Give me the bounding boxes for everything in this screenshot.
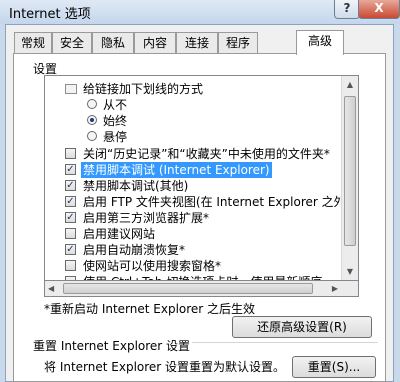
help-button[interactable]: ? [334, 0, 360, 19]
list-item-label: 使网站可以使用搜索窗格* [83, 259, 222, 273]
tab-privacy[interactable]: 隐私 [92, 32, 134, 53]
list-item-label: 悬停 [103, 130, 128, 144]
checkbox[interactable]: ✓ [65, 244, 76, 255]
list-item-label: 关闭“历史记录”和“收藏夹”中未使用的文件夹* [83, 147, 330, 161]
list-item-label: 禁用脚本调试(其他) [83, 179, 189, 193]
list-item-label: 启用自动崩溃恢复* [83, 243, 186, 257]
tab-content[interactable]: 内容 [134, 32, 176, 53]
radio-button[interactable] [87, 131, 97, 141]
tab-connections[interactable]: 连接 [176, 32, 218, 53]
settings-list[interactable]: 给链接加下划线的方式 从不 始终 悬停 关闭“历史记录”和“收藏夹”中未使用的文… [44, 75, 359, 297]
divider [192, 342, 378, 343]
radio-button[interactable] [87, 99, 97, 109]
restore-advanced-settings-button[interactable]: 还原高级设置(R) [232, 316, 372, 338]
radio-button[interactable] [87, 115, 97, 125]
scroll-left-icon[interactable]: ◀ [48, 281, 54, 296]
restart-note: *重新启动 Internet Explorer 之后生效 [44, 302, 256, 316]
scroll-up-icon[interactable]: ▲ [343, 77, 357, 92]
close-button[interactable]: X [358, 0, 400, 19]
checkbox[interactable] [65, 260, 76, 271]
checkbox[interactable]: ✓ [65, 212, 76, 223]
list-item-label: 启用建议网站 [83, 227, 156, 241]
vertical-scrollbar[interactable]: ▲ ▼ [341, 76, 358, 296]
checkbox[interactable] [65, 228, 76, 239]
reset-description: 将 Internet Explorer 设置重置为默认设置。 [44, 360, 286, 374]
scroll-right-icon[interactable]: ▶ [332, 281, 338, 296]
checkbox[interactable] [65, 148, 76, 159]
checkbox[interactable]: ✓ [65, 164, 76, 175]
tab-security[interactable]: 安全 [52, 32, 92, 53]
list-item-label: 给链接加下划线的方式 [83, 82, 204, 96]
reset-button[interactable]: 重置(S)... [292, 356, 376, 378]
tab-programs[interactable]: 程序 [218, 32, 258, 53]
scroll-thumb[interactable] [344, 96, 356, 246]
horizontal-scrollbar[interactable]: ◀ ▶ [44, 280, 359, 297]
list-item-label: 启用第三方浏览器扩展* [83, 211, 210, 225]
horizontal-scroll-thumb[interactable] [63, 283, 313, 294]
title-bar: Internet 选项 ? X [0, 0, 400, 24]
tab-general[interactable]: 常规 [14, 32, 52, 53]
folder-icon [65, 84, 77, 94]
scroll-down-icon[interactable]: ▼ [343, 264, 357, 279]
reset-section-title: 重置 Internet Explorer 设置 [33, 339, 191, 353]
list-item-label: 启用 FTP 文件夹视图(在 Internet Explorer 之外) [83, 195, 351, 209]
list-item-label: 从不 [103, 98, 128, 112]
window-title: Internet 选项 [9, 7, 91, 22]
checkbox[interactable]: ✓ [65, 180, 76, 191]
list-item-label: 始终 [103, 114, 128, 128]
list-item-label: 禁用脚本调试 (Internet Explorer) [81, 162, 272, 178]
checkbox[interactable]: ✓ [65, 196, 76, 207]
tab-advanced[interactable]: 高级 [296, 30, 344, 55]
